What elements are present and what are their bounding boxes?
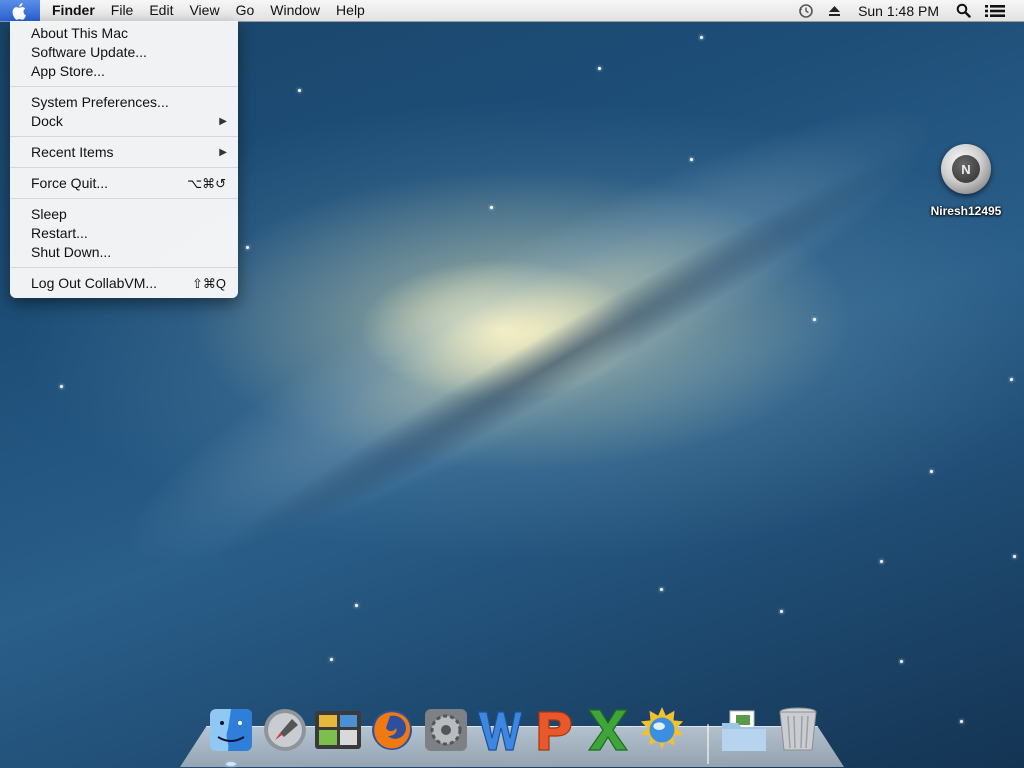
star [1013,555,1016,558]
menu-item-label: About This Mac [31,25,129,41]
notification-center-button[interactable] [978,0,1012,21]
star [930,470,933,473]
star [780,610,783,613]
star [960,720,963,723]
spotlight-search-icon [956,3,971,18]
photo-browser-icon [315,711,361,749]
documents-folder-icon [722,710,766,751]
firefox-icon [372,710,412,750]
menu-item-label: Recent Items [31,144,114,160]
dock-item-excel[interactable] [584,706,632,754]
dock-item-launchpad[interactable] [261,706,309,754]
menu-item-recent-items[interactable]: Recent Items ▶ [10,143,238,162]
desktop-icon-label: Niresh12495 [930,204,1002,218]
dock-item-documents-stack[interactable] [720,706,768,754]
apple-icon [12,2,26,20]
menu-item-dock[interactable]: Dock ▶ [10,112,238,131]
menu-window[interactable]: Window [262,0,328,21]
network-globe-icon [640,706,684,750]
menubar-status-area: Sun 1:48 PM [791,0,1024,21]
dock-item-system-preferences[interactable] [422,706,470,754]
star [1010,378,1013,381]
menu-item-shortcut: ⇧⌘Q [191,276,226,291]
menu-item-software-update[interactable]: Software Update... [10,43,238,62]
dock-item-firefox[interactable] [368,706,416,754]
dock-item-powerpoint[interactable] [530,706,578,754]
menu-separator [10,86,238,87]
star [60,385,63,388]
dock-item-finder[interactable] [207,706,255,754]
dock-item-network-utility[interactable] [638,706,686,754]
dock-item-trash[interactable] [774,706,822,754]
menu-item-label: Sleep [31,206,67,222]
trash-icon [779,707,817,751]
menu-separator [10,167,238,168]
menu-item-app-store[interactable]: App Store... [10,62,238,81]
menu-finder[interactable]: Finder [40,0,103,21]
menu-separator [10,198,238,199]
menu-view[interactable]: View [181,0,227,21]
menu-item-restart[interactable]: Restart... [10,224,238,243]
star [700,36,703,39]
galaxy-dust [189,129,931,591]
menu-item-label: System Preferences... [31,94,169,110]
menu-separator [10,267,238,268]
star [490,206,493,209]
star [355,604,358,607]
apple-menu-dropdown: About This Mac Software Update... App St… [10,21,238,298]
system-preferences-icon [425,709,467,751]
submenu-arrow-icon: ▶ [219,116,227,127]
disk-icon-glyph: N [952,155,980,183]
dock-item-photo-browser[interactable] [314,706,362,754]
spotlight-button[interactable] [949,0,978,21]
star [298,89,301,92]
menu-separator [10,136,238,137]
dock-separator [707,724,709,764]
notification-center-icon [985,4,1005,17]
menu-item-label: Force Quit... [31,175,109,191]
menu-item-label: Shut Down... [31,244,112,260]
menu-item-system-preferences[interactable]: System Preferences... [10,93,238,112]
dock-running-indicator [226,762,236,766]
eject-status-item[interactable] [821,0,848,21]
apple-menu-button[interactable] [0,0,40,21]
powerpoint-icon [538,711,572,751]
menu-item-label: Dock [31,113,63,129]
star [900,660,903,663]
eject-icon [829,5,841,16]
time-machine-icon [799,3,813,18]
star [690,158,693,161]
menu-item-label: App Store... [31,63,105,79]
menu-item-about-this-mac[interactable]: About This Mac [10,24,238,43]
menu-item-label: Software Update... [31,44,147,60]
word-icon [477,711,523,751]
menu-item-label: Log Out CollabVM... [31,275,158,291]
star [660,588,663,591]
menu-edit[interactable]: Edit [141,0,181,21]
menu-help[interactable]: Help [328,0,373,21]
submenu-arrow-icon: ▶ [219,147,227,158]
menu-file[interactable]: File [103,0,142,21]
menubar-clock[interactable]: Sun 1:48 PM [848,3,949,19]
menu-item-force-quit[interactable]: Force Quit... ⌥⌘↺ [10,174,238,193]
time-machine-status-item[interactable] [791,0,821,21]
menu-go[interactable]: Go [228,0,263,21]
disk-icon: N [941,144,991,194]
star [880,560,883,563]
desktop-disk-icon[interactable]: N Niresh12495 [918,144,1014,218]
star [598,67,601,70]
launchpad-icon [264,709,306,751]
star [813,318,816,321]
menu-item-shut-down[interactable]: Shut Down... [10,243,238,262]
star [330,658,333,661]
menu-item-log-out[interactable]: Log Out CollabVM... ⇧⌘Q [10,274,238,293]
star [246,246,249,249]
menu-bar: Finder File Edit View Go Window Help Sun… [0,0,1024,22]
excel-icon [587,709,629,751]
finder-icon [210,709,252,751]
menu-item-label: Restart... [31,225,88,241]
menu-item-shortcut: ⌥⌘↺ [187,176,226,191]
menu-item-sleep[interactable]: Sleep [10,205,238,224]
dock-item-word[interactable] [476,706,524,754]
